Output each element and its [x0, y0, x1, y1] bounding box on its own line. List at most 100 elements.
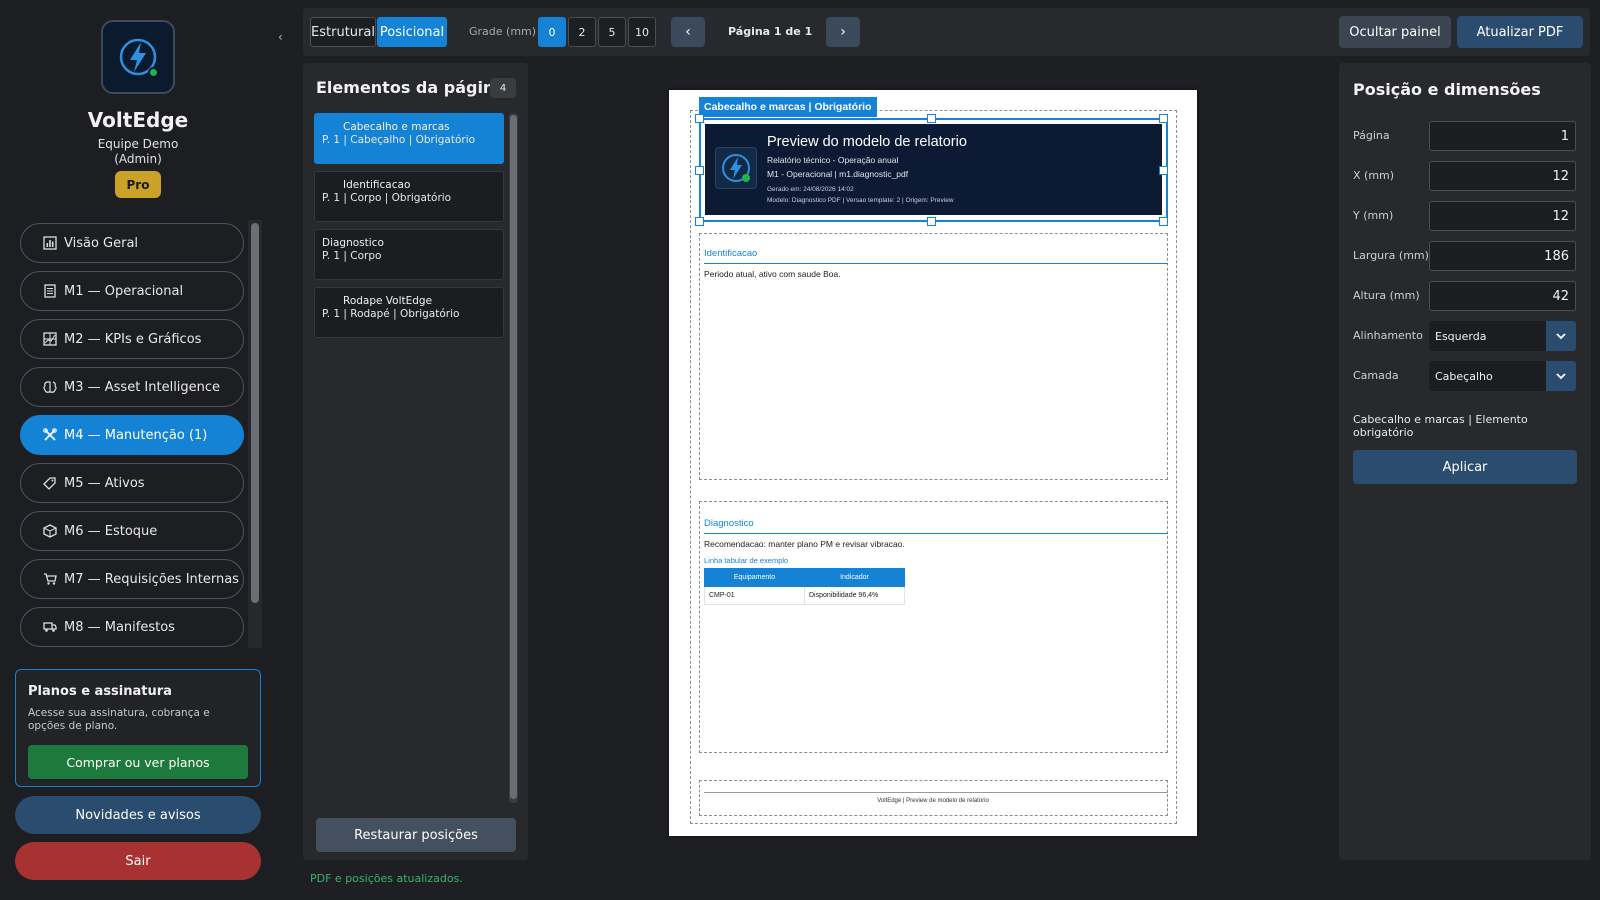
- user-role: (Admin): [114, 152, 162, 166]
- grid-option-0[interactable]: 0: [538, 17, 566, 47]
- nav-item-m4-maintenance[interactable]: M4 — Manutenção (1): [20, 415, 244, 455]
- nav-item-m8-manifests[interactable]: M8 — Manifestos: [20, 607, 244, 647]
- layer-select[interactable]: Cabeçalho: [1429, 361, 1576, 391]
- element-card-header[interactable]: Cabecalho e marcas P. 1 | Cabeçalho | Ob…: [314, 113, 504, 164]
- nav-item-m7-requests[interactable]: M7 — Requisições Internas: [20, 559, 244, 599]
- grid-option-10[interactable]: 10: [628, 17, 656, 47]
- team-name: Equipe Demo: [97, 137, 179, 151]
- position-dimensions-panel: Posição e dimensões Página X (mm) Y (mm)…: [1339, 63, 1591, 860]
- elements-count-badge: 4: [490, 78, 516, 98]
- buy-plans-button[interactable]: Comprar ou ver planos: [28, 745, 248, 779]
- nav-label: M7 — Requisições Internas: [64, 571, 239, 587]
- cart-icon: [42, 571, 58, 587]
- y-input[interactable]: [1429, 201, 1576, 231]
- report-module: M1 - Operacional | m1.diagnostic_pdf: [767, 169, 909, 179]
- status-message: PDF e posições atualizados.: [310, 872, 463, 885]
- plans-description: Acesse sua assinatura, cobrança e opções…: [28, 707, 210, 732]
- next-page-button[interactable]: ›: [826, 17, 860, 47]
- identification-rule: [704, 263, 1168, 264]
- mode-positional-button[interactable]: Posicional: [377, 17, 447, 47]
- resize-handle-right[interactable]: [1159, 166, 1168, 175]
- nav-item-m1-operational[interactable]: M1 — Operacional: [20, 271, 244, 311]
- identification-text: Periodo atual, ativo com saude Boa.: [704, 269, 841, 279]
- element-name: Identificacao: [343, 179, 411, 191]
- elements-list: Cabecalho e marcas P. 1 | Cabeçalho | Ob…: [314, 113, 504, 345]
- report-template-info: Modelo: Diagnostico PDF | Versao templat…: [767, 197, 954, 204]
- mode-structural-button[interactable]: Estrutural: [310, 17, 376, 47]
- table-header-cell: Indicador: [804, 568, 905, 587]
- diagnostic-rule: [704, 533, 1168, 534]
- grid-label: Grade (mm): [469, 25, 537, 38]
- logout-button[interactable]: Sair: [15, 842, 261, 880]
- alignment-label: Alinhamento: [1353, 329, 1423, 342]
- previous-page-button[interactable]: ‹: [671, 17, 705, 47]
- table-row: CMP-01 Disponibilidade 96,4%: [704, 586, 905, 605]
- restore-positions-button[interactable]: Restaurar posições: [316, 818, 516, 852]
- tools-icon: [42, 427, 58, 443]
- resize-handle-left[interactable]: [695, 166, 704, 175]
- nav-label: M1 — Operacional: [64, 283, 184, 299]
- pdf-page-preview[interactable]: Cabecalho e marcas | Obrigatório Preview…: [669, 90, 1197, 836]
- grid-option-5[interactable]: 5: [598, 17, 626, 47]
- element-card-diagnostic[interactable]: Diagnostico P. 1 | Corpo: [314, 229, 504, 280]
- nav-scrollbar[interactable]: [248, 220, 262, 648]
- nav-label: Visão Geral: [64, 235, 139, 251]
- footer-rule: [704, 792, 1168, 793]
- element-meta: P. 1 | Corpo | Obrigatório: [322, 192, 452, 204]
- selected-element-note: Cabecalho e marcas | Elemento obrigatóri…: [1353, 413, 1528, 439]
- nav-item-m3-asset-intelligence[interactable]: M3 — Asset Intelligence: [20, 367, 244, 407]
- nav-item-overview[interactable]: Visão Geral: [20, 223, 244, 263]
- chart-grid-icon: [42, 331, 58, 347]
- table-cell: Disponibilidade 96,4%: [804, 586, 905, 605]
- element-name: Cabecalho e marcas: [343, 121, 450, 133]
- resize-handle-bottom-right[interactable]: [1159, 217, 1168, 226]
- x-input[interactable]: [1429, 161, 1576, 191]
- selected-region-label: Cabecalho e marcas | Obrigatório: [699, 97, 877, 117]
- sidebar: ‹ VoltEdge Equipe Demo (Admin) Pro Visão…: [0, 0, 290, 900]
- height-input[interactable]: [1429, 281, 1576, 311]
- toolbar: Estrutural Posicional Grade (mm) 0 2 5 1…: [303, 8, 1590, 56]
- truck-icon: [42, 619, 58, 635]
- news-button[interactable]: Novidades e avisos: [15, 796, 261, 834]
- bar-chart-icon: [42, 235, 58, 251]
- footer-text: VoltEdge | Preview de modelo de relatori…: [877, 798, 989, 804]
- element-meta: P. 1 | Rodapé | Obrigatório: [322, 308, 460, 320]
- layer-label: Camada: [1353, 369, 1399, 382]
- table-header-row: Equipamento Indicador: [704, 568, 905, 587]
- page-input[interactable]: [1429, 121, 1576, 151]
- width-input[interactable]: [1429, 241, 1576, 271]
- resize-handle-top-left[interactable]: [695, 114, 704, 123]
- identification-title: Identificacao: [704, 248, 758, 259]
- collapse-sidebar-button[interactable]: ‹: [278, 30, 283, 44]
- alignment-select[interactable]: Esquerda: [1429, 321, 1576, 351]
- grid-option-2[interactable]: 2: [568, 17, 596, 47]
- resize-handle-bottom[interactable]: [927, 217, 936, 226]
- elements-scrollbar-thumb[interactable]: [510, 115, 517, 799]
- elements-scrollbar[interactable]: [509, 113, 518, 803]
- refresh-pdf-button[interactable]: Atualizar PDF: [1457, 16, 1583, 48]
- nav-item-m5-assets[interactable]: M5 — Ativos: [20, 463, 244, 503]
- tag-icon: [42, 475, 58, 491]
- elements-panel-title: Elementos da página: [316, 78, 506, 97]
- nav-item-m2-kpis[interactable]: M2 — KPIs e Gráficos: [20, 319, 244, 359]
- page-indicator: Página 1 de 1: [728, 25, 813, 38]
- sample-table: Equipamento Indicador CMP-01 Disponibili…: [704, 568, 905, 605]
- resize-handle-top-right[interactable]: [1159, 114, 1168, 123]
- nav-scrollbar-thumb[interactable]: [251, 223, 259, 603]
- header-element[interactable]: Preview do modelo de relatorio Relatório…: [695, 114, 1168, 226]
- document-icon: [42, 283, 58, 299]
- element-card-footer[interactable]: Rodape VoltEdge P. 1 | Rodapé | Obrigató…: [314, 287, 504, 338]
- table-header-cell: Equipamento: [704, 568, 805, 587]
- nav-label: M6 — Estoque: [64, 523, 158, 539]
- resize-handle-bottom-left[interactable]: [695, 217, 704, 226]
- nav-label: M3 — Asset Intelligence: [64, 379, 221, 395]
- y-label: Y (mm): [1353, 209, 1394, 222]
- diagnostic-title: Diagnostico: [704, 518, 754, 529]
- brand-name: VoltEdge: [87, 108, 189, 132]
- apply-button[interactable]: Aplicar: [1353, 450, 1577, 484]
- nav-item-m6-stock[interactable]: M6 — Estoque: [20, 511, 244, 551]
- element-card-identification[interactable]: Identificacao P. 1 | Corpo | Obrigatório: [314, 171, 504, 222]
- report-generated-at: Gerado em: 24/08/2026 14:02: [767, 186, 854, 193]
- hide-panel-button[interactable]: Ocultar painel: [1339, 16, 1451, 48]
- resize-handle-top[interactable]: [927, 114, 936, 123]
